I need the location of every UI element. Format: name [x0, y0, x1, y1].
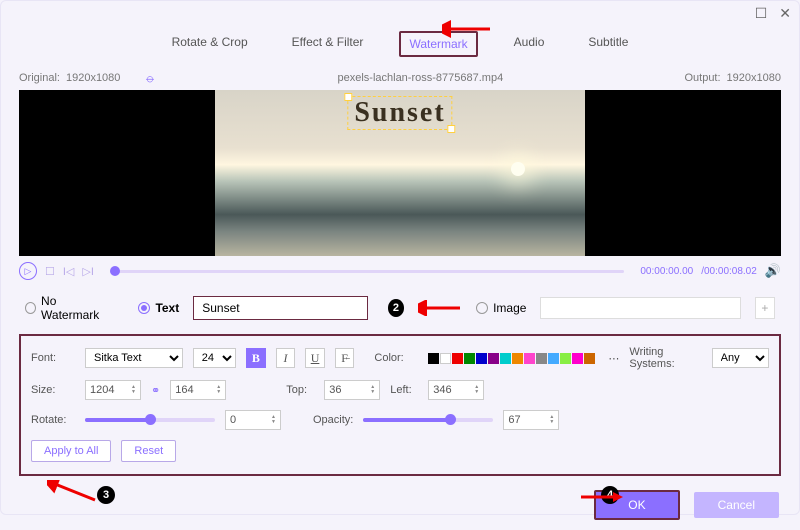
color-swatch[interactable]	[476, 353, 487, 364]
timeline-slider[interactable]	[110, 270, 624, 273]
stop-button[interactable]: ☐	[45, 265, 55, 278]
color-swatch[interactable]	[500, 353, 511, 364]
watermark-text-input[interactable]	[193, 296, 367, 320]
time-total: /00:00:08.02	[701, 266, 757, 277]
add-image-button[interactable]: +	[755, 297, 775, 319]
left-label: Left:	[390, 384, 418, 396]
volume-icon[interactable]: 🔊	[765, 263, 781, 279]
color-swatch[interactable]	[428, 353, 439, 364]
bold-button[interactable]: B	[246, 348, 266, 368]
radio-image[interactable]: Image	[476, 301, 526, 315]
next-frame-button[interactable]: ▷I	[82, 265, 94, 278]
tabs: Rotate & Crop Effect & Filter Watermark …	[1, 25, 799, 67]
color-swatch[interactable]	[488, 353, 499, 364]
color-swatches	[428, 353, 595, 364]
underline-button[interactable]: U	[305, 348, 325, 368]
radio-text[interactable]: Text	[138, 301, 179, 315]
italic-button[interactable]: I	[276, 348, 296, 368]
original-label: Original:	[19, 72, 60, 84]
close-button[interactable]: ✕	[779, 5, 791, 22]
prev-frame-button[interactable]: I◁	[63, 265, 75, 278]
play-button[interactable]: ▷	[19, 262, 37, 280]
color-swatch[interactable]	[536, 353, 547, 364]
color-swatch[interactable]	[464, 353, 475, 364]
annotation-arrow-4	[579, 490, 623, 504]
output-resolution: 1920x1080	[727, 72, 781, 84]
annotation-arrow-3	[47, 480, 97, 504]
annotation-arrow-2	[418, 300, 462, 316]
tab-audio[interactable]: Audio	[506, 31, 553, 57]
color-swatch[interactable]	[452, 353, 463, 364]
output-label: Output:	[684, 72, 720, 84]
radio-no-watermark[interactable]: No Watermark	[25, 294, 110, 322]
time-current: 00:00:00.00	[640, 266, 693, 277]
opacity-label: Opacity:	[313, 414, 353, 426]
opacity-input[interactable]: 67▲▼	[503, 410, 559, 430]
rotate-input[interactable]: 0▲▼	[225, 410, 281, 430]
more-colors-icon[interactable]: ⋯	[608, 352, 619, 365]
color-swatch[interactable]	[560, 353, 571, 364]
annotation-badge-2: 2	[388, 299, 404, 317]
color-swatch[interactable]	[512, 353, 523, 364]
file-name: pexels-lachlan-ross-8775687.mp4	[337, 72, 503, 84]
annotation-badge-3: 3	[97, 486, 115, 504]
top-input[interactable]: 36▲▼	[324, 380, 380, 400]
color-swatch[interactable]	[524, 353, 535, 364]
watermark-overlay[interactable]: Sunset	[347, 96, 452, 130]
strikethrough-button[interactable]: F̵	[335, 348, 355, 368]
color-swatch[interactable]	[584, 353, 595, 364]
cancel-button[interactable]: Cancel	[694, 492, 779, 518]
writing-systems-label: Writing Systems:	[629, 346, 701, 370]
color-swatch[interactable]	[572, 353, 583, 364]
font-size-select[interactable]: 24	[193, 348, 236, 368]
width-input[interactable]: 1204▲▼	[85, 380, 141, 400]
writing-systems-select[interactable]: Any	[712, 348, 769, 368]
opacity-slider[interactable]	[363, 418, 493, 422]
left-input[interactable]: 346▲▼	[428, 380, 484, 400]
font-family-select[interactable]: Sitka Text	[85, 348, 183, 368]
watermark-image-input[interactable]	[540, 297, 740, 319]
maximize-button[interactable]: ☐	[755, 5, 768, 22]
footer: 3 4 OK Cancel	[1, 480, 799, 530]
video-frame: Sunset	[215, 90, 585, 256]
visibility-toggle-icon[interactable]: ⦵	[144, 69, 156, 86]
original-resolution: 1920x1080	[66, 72, 120, 84]
annotation-arrow-1	[442, 20, 492, 38]
color-swatch[interactable]	[548, 353, 559, 364]
size-label: Size:	[31, 384, 75, 396]
color-label: Color:	[374, 352, 418, 364]
reset-button[interactable]: Reset	[121, 440, 176, 462]
link-dimensions-icon[interactable]: ⚭	[151, 384, 160, 397]
titlebar: ☐ ✕	[1, 1, 799, 25]
rotate-slider[interactable]	[85, 418, 215, 422]
tab-effect-filter[interactable]: Effect & Filter	[284, 31, 372, 57]
tab-rotate-crop[interactable]: Rotate & Crop	[164, 31, 256, 57]
watermark-type-row: No Watermark Text 2 Image +	[1, 286, 799, 330]
tab-subtitle[interactable]: Subtitle	[580, 31, 636, 57]
playback-controls: ▷ ☐ I◁ ▷I 00:00:00.00/00:00:08.02 🔊	[1, 256, 799, 286]
height-input[interactable]: 164▲▼	[170, 380, 226, 400]
sun-graphic	[511, 162, 525, 176]
top-label: Top:	[286, 384, 314, 396]
apply-to-all-button[interactable]: Apply to All	[31, 440, 111, 462]
font-label: Font:	[31, 352, 75, 364]
rotate-label: Rotate:	[31, 414, 75, 426]
properties-panel: Font: Sitka Text 24 B I U F̵ Color: ⋯ Wr…	[19, 334, 781, 476]
info-row: Original: 1920x1080 ⦵ pexels-lachlan-ros…	[1, 67, 799, 90]
color-swatch[interactable]	[440, 353, 451, 364]
video-preview[interactable]: Sunset	[19, 90, 781, 256]
